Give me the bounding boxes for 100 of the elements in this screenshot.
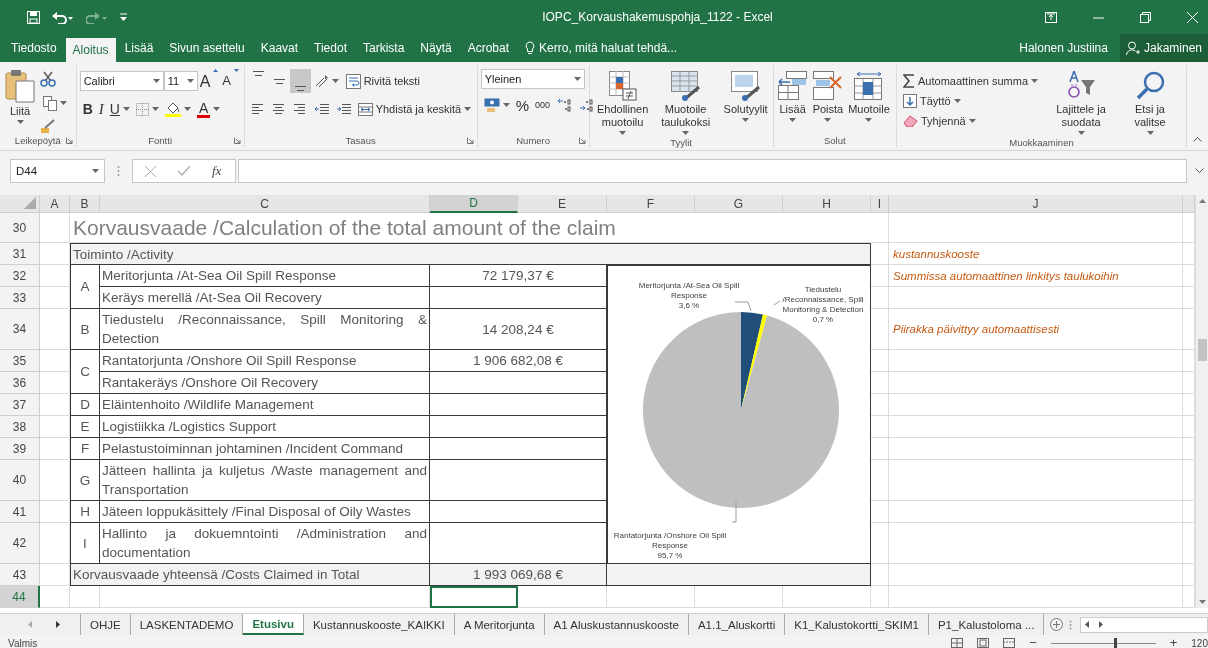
zoom-in-button[interactable]: + xyxy=(1169,636,1178,648)
add-sheet-icon[interactable] xyxy=(1050,618,1064,631)
cells-button[interactable]: Lisää xyxy=(776,69,809,124)
cells-button[interactable]: Muotoile xyxy=(847,69,891,124)
italic-button[interactable]: I xyxy=(95,97,107,121)
row-header[interactable]: 37 xyxy=(0,394,40,416)
column-header[interactable]: C xyxy=(100,195,430,213)
column-header[interactable]: A xyxy=(40,195,70,213)
ribbon-tab[interactable]: Tiedot xyxy=(307,34,354,62)
scissors-icon[interactable] xyxy=(40,71,56,87)
selected-cell[interactable] xyxy=(430,586,518,608)
row-header[interactable]: 36 xyxy=(0,372,40,394)
cancel-icon[interactable] xyxy=(145,165,156,177)
underline-button[interactable]: U xyxy=(106,97,133,121)
vertical-scrollbar[interactable] xyxy=(1195,195,1208,608)
ribbon-tab[interactable]: Aloitus xyxy=(65,38,116,62)
row-header[interactable]: 43 xyxy=(0,564,40,586)
column-header[interactable]: G xyxy=(695,195,783,213)
page-break-icon[interactable] xyxy=(1003,638,1016,648)
column-header[interactable]: J xyxy=(889,195,1183,213)
tell-me-field[interactable]: Kerro, mitä haluat tehdä... xyxy=(539,41,740,55)
row-header[interactable]: 41 xyxy=(0,501,40,523)
column-header[interactable]: I xyxy=(871,195,889,213)
restore-icon[interactable] xyxy=(1140,11,1151,23)
number-format-dropdown[interactable]: Yleinen xyxy=(480,69,585,89)
empty-cell[interactable] xyxy=(430,394,607,416)
row-header[interactable]: 35 xyxy=(0,350,40,372)
ribbon-tab[interactable]: Sivun asettelu xyxy=(162,34,252,62)
row-header[interactable]: 33 xyxy=(0,287,40,309)
dialog-launcher-icon[interactable] xyxy=(578,136,586,144)
font-color-button[interactable]: A xyxy=(193,97,224,121)
save-icon[interactable] xyxy=(27,10,40,24)
ribbon-tab[interactable]: Acrobat xyxy=(460,34,517,62)
dialog-launcher-icon[interactable] xyxy=(466,136,474,144)
empty-cell[interactable] xyxy=(430,416,607,438)
expand-icon[interactable] xyxy=(1195,168,1204,174)
horizontal-scrollbar[interactable] xyxy=(1080,616,1208,633)
collapse-ribbon-icon[interactable] xyxy=(1193,136,1202,142)
row-header[interactable]: 32 xyxy=(0,265,40,287)
row-header[interactable]: 34 xyxy=(0,309,40,350)
dialog-launcher-icon[interactable] xyxy=(65,137,73,144)
font-size-dropdown[interactable]: 11 xyxy=(163,71,198,91)
ribbon-tab[interactable]: Tarkista xyxy=(355,34,412,62)
scroll-thumb[interactable] xyxy=(1197,339,1207,361)
editing-button[interactable]: Etsi ja valitse xyxy=(1117,69,1183,137)
column-header[interactable]: H xyxy=(783,195,871,213)
styles-button[interactable]: Ehdollinen muotoilu xyxy=(592,69,653,137)
styles-button[interactable]: Muotoile taulukoksi xyxy=(655,69,716,137)
page-layout-icon[interactable] xyxy=(977,638,990,648)
row-header[interactable]: 30 xyxy=(0,213,40,243)
merge-center-button[interactable]: Yhdistä ja keskitä xyxy=(354,97,475,121)
scroll-left-icon[interactable] xyxy=(28,621,32,628)
select-all-icon[interactable] xyxy=(24,197,36,209)
paste-button[interactable]: Liitä xyxy=(3,69,37,126)
empty-cell[interactable] xyxy=(430,372,607,394)
scroll-right-icon[interactable] xyxy=(56,621,60,628)
editing-button[interactable]: Automaattinen summa xyxy=(900,71,1042,91)
column-header[interactable]: E xyxy=(518,195,607,213)
editing-button[interactable]: Täyttö xyxy=(900,91,964,111)
ribbon-tab[interactable]: Näytä xyxy=(413,34,459,62)
undo-icon[interactable] xyxy=(52,10,74,24)
dialog-launcher-icon[interactable] xyxy=(233,136,241,144)
row-header[interactable]: 44 xyxy=(0,586,40,608)
thousands-button[interactable]: 000 xyxy=(531,93,553,117)
sheet-tab[interactable]: Etusivu xyxy=(243,614,304,635)
close-icon[interactable] xyxy=(1187,11,1198,23)
editing-button[interactable]: Lajittele ja suodata xyxy=(1048,69,1114,137)
name-box[interactable]: D44 xyxy=(10,159,105,183)
formula-input[interactable] xyxy=(238,159,1187,183)
column-header[interactable]: B xyxy=(70,195,100,213)
empty-cell[interactable] xyxy=(430,287,607,309)
normal-view-icon[interactable] xyxy=(951,638,964,648)
check-icon[interactable] xyxy=(178,166,190,176)
zoom-out-button[interactable]: − xyxy=(1029,636,1037,648)
ribbon-tab[interactable]: Kaavat xyxy=(253,34,306,62)
customize-icon[interactable] xyxy=(120,13,127,21)
editing-button[interactable]: Tyhjennä xyxy=(900,111,979,131)
empty-cell[interactable] xyxy=(430,501,607,523)
row-header[interactable]: 42 xyxy=(0,523,40,564)
grow-font-button[interactable]: A xyxy=(197,69,221,93)
row-header[interactable]: 31 xyxy=(0,243,40,265)
share-button[interactable]: Jakaminen xyxy=(1119,34,1208,62)
insert-function-button[interactable]: fx xyxy=(212,163,222,179)
ribbon-tab[interactable]: Tiedosto xyxy=(1,34,64,62)
row-header[interactable]: 38 xyxy=(0,416,40,438)
empty-cell[interactable] xyxy=(430,460,607,501)
ribbon-display-icon[interactable] xyxy=(1045,11,1057,23)
shrink-font-button[interactable]: A xyxy=(220,69,241,93)
empty-cell[interactable] xyxy=(430,438,607,460)
vertical-align-button[interactable] xyxy=(289,69,311,93)
format-painter-icon[interactable] xyxy=(40,119,56,134)
percent-button[interactable]: % xyxy=(512,93,532,117)
row-header[interactable]: 40 xyxy=(0,460,40,501)
column-header[interactable]: D xyxy=(430,195,518,213)
wrap-text-button[interactable]: Rivitä teksti xyxy=(342,69,423,93)
cells-button[interactable]: Poista xyxy=(811,69,845,124)
ribbon-tab[interactable]: Lisää xyxy=(117,34,161,62)
row-header[interactable]: 39 xyxy=(0,438,40,460)
bold-button[interactable]: B xyxy=(79,97,96,121)
font-name-dropdown[interactable]: Calibri xyxy=(79,71,164,91)
